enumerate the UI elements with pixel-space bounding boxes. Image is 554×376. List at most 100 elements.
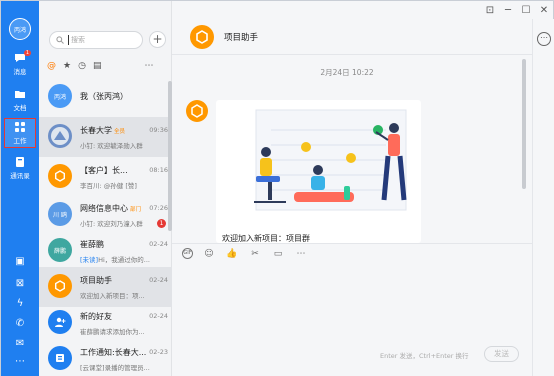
list-item[interactable]: 项目助手 02-24 欢迎加入新项目：项... (39, 267, 172, 307)
left-nav: 丙鸿 1 消息 文档 工作 通讯录 ▣ ⊠ ϟ ✆ ✉ ⋯ (1, 1, 39, 376)
scissors-icon[interactable]: ✂ (248, 247, 262, 261)
university-seal-icon (51, 127, 69, 145)
avatar: 川 鸥 (48, 202, 72, 226)
window-controls: ⊡ ─ ☐ ✕ (481, 1, 553, 19)
grid-apps-icon (15, 122, 25, 132)
conversation-title: 长春大学 全员 (80, 125, 125, 136)
hexagon-logo-icon (55, 170, 65, 182)
phone-icon[interactable]: ✆ (14, 318, 26, 330)
gif-icon[interactable]: GIF (182, 248, 193, 259)
dept-tag: 部门 (130, 207, 142, 213)
conversation-preview: 欢迎加入新项目：项... (80, 292, 145, 300)
conversation-title: 网络信息中心 部门 (80, 203, 141, 214)
clock-filter-icon[interactable]: ◷ (78, 61, 86, 71)
group-tag: 全员 (114, 129, 126, 135)
conversation-time: 08:16 (149, 166, 168, 174)
chat-scrollbar[interactable] (522, 59, 526, 189)
list-item[interactable]: 【客户】长... 08:16 李百川: @孙健 [赞] (39, 157, 172, 197)
avatar: 丙鸿 (48, 84, 72, 108)
nav-item-contacts[interactable]: 通讯录 (4, 153, 36, 183)
star-filter-icon[interactable]: ★ (63, 61, 71, 71)
nav-item-label: 文档 (13, 104, 27, 112)
unread-badge: 1 (157, 219, 166, 228)
close-button[interactable]: ✕ (535, 1, 553, 19)
list-item[interactable]: 丙鸿 我（张丙鸿） (39, 77, 172, 117)
conversation-title: 新的好友 (80, 312, 112, 321)
add-button[interactable]: + (149, 31, 166, 48)
conversation-preview: [云课堂]录播的管理员... (80, 364, 150, 372)
conversation-title: 项目助手 (80, 276, 112, 285)
pin-icon[interactable]: ⊠ (14, 278, 26, 290)
title-text: 长春大学 (80, 126, 112, 135)
hexagon-logo-icon (196, 30, 208, 44)
search-input[interactable]: 搜索 (49, 31, 143, 49)
card-message-text: 欢迎加入新项目：项目群 (222, 234, 310, 243)
avatar (48, 164, 72, 188)
hexagon-logo-icon (191, 104, 203, 118)
avatar: 薛鹏 (48, 238, 72, 262)
doc-filter-icon[interactable]: ▤ (93, 61, 102, 71)
conversation-time: 02-24 (149, 312, 168, 320)
input-hint: Enter 发送，Ctrl+Enter 换行 (380, 352, 469, 360)
avatar (48, 274, 72, 298)
title-text: 网络信息中心 (80, 204, 128, 213)
send-button[interactable]: 发送 (484, 346, 519, 362)
preview-text: Hi，我通过你的... (98, 256, 150, 264)
list-item[interactable]: 薛鹏 崔薛鹏 02-24 [未读]Hi，我通过你的... (39, 231, 172, 271)
contacts-icon (16, 157, 24, 167)
conversation-title: 崔薛鹏 (80, 240, 104, 249)
conversation-preview: 小钉: 欢迎刘乃潼入群 (80, 220, 143, 228)
calendar-icon[interactable]: ▣ (14, 256, 26, 268)
lightning-icon[interactable]: ϟ (14, 298, 26, 310)
user-avatar[interactable]: 丙鸿 (9, 18, 31, 40)
nav-item-label: 工作 (13, 137, 27, 145)
folder-icon[interactable]: ▭ (271, 247, 285, 261)
conversation-preview: [未读]Hi，我通过你的... (80, 254, 150, 264)
more-dots-icon[interactable]: ⋯ (14, 356, 26, 368)
conversation-time: 02-24 (149, 276, 168, 284)
conversation-preview: 李百川: @孙健 [赞] (80, 182, 137, 190)
conversation-time: 07:26 (149, 204, 168, 212)
more-dots-icon[interactable]: ⋯ (294, 247, 308, 261)
chat-avatar (190, 25, 214, 49)
conversation-preview: 崔薛鹏请求添加你为... (80, 328, 145, 336)
nav-item-messages[interactable]: 1 消息 (4, 49, 36, 79)
thumbs-up-icon[interactable]: 👍 (225, 247, 239, 261)
list-item[interactable]: 新的好友 02-24 崔薛鹏请求添加你为... (39, 303, 172, 343)
list-item[interactable]: 工作通知:长春大... 02-23 [云课堂]录播的管理员... (39, 339, 172, 376)
sender-avatar (186, 100, 208, 122)
emoji-icon[interactable]: ☺ (202, 247, 216, 261)
nav-item-label: 通讯录 (10, 172, 30, 180)
message-card[interactable]: 欢迎加入新项目：项目群 (216, 100, 421, 243)
conversation-time: 02-24 (149, 240, 168, 248)
conversation-time: 09:36 (149, 126, 168, 134)
list-item[interactable]: 川 鸥 网络信息中心 部门 07:26 小钉: 欢迎刘乃潼入群 1 (39, 195, 172, 235)
hexagon-logo-icon (55, 280, 65, 292)
add-friend-icon (55, 317, 66, 327)
minimize-button[interactable]: ─ (499, 1, 517, 19)
unread-marker: [未读] (80, 256, 99, 264)
maximize-button[interactable]: ☐ (517, 1, 535, 19)
filter-bar: @ ★ ◷ ▤ ⋯ (45, 59, 167, 73)
pin-window-button[interactable]: ⊡ (481, 1, 499, 19)
chat-panel: 项目助手 2月24日 10:22 欢迎加入新项目：项目群 GIF ☺ 👍 ✂ ▭… (172, 1, 532, 376)
avatar (48, 310, 72, 334)
list-item[interactable]: 长春大学 全员 09:36 小钉: 欢迎毓泽勋入群 (39, 117, 172, 157)
chat-header: 项目助手 (172, 19, 532, 55)
search-placeholder: 搜索 (68, 35, 85, 45)
more-options-icon[interactable]: ⋯ (537, 32, 551, 46)
right-sidebar: ⋯ (532, 19, 554, 376)
nav-item-docs[interactable]: 文档 (4, 85, 36, 115)
team-illustration (254, 109, 407, 211)
mail-icon[interactable]: ✉ (14, 338, 26, 350)
at-mention-filter-icon[interactable]: @ (47, 61, 56, 71)
nav-item-label: 消息 (13, 68, 27, 76)
nav-item-work[interactable]: 工作 (4, 118, 36, 148)
conversation-title: 我（张丙鸿） (80, 92, 128, 101)
conversation-title: 【客户】长... (80, 166, 128, 175)
more-filter-icon[interactable]: ⋯ (144, 61, 153, 71)
chat-title: 项目助手 (224, 33, 259, 43)
conversation-title: 工作通知:长春大... (80, 348, 147, 357)
input-toolbar: GIF ☺ 👍 ✂ ▭ ⋯ (172, 243, 532, 263)
avatar (48, 124, 72, 148)
